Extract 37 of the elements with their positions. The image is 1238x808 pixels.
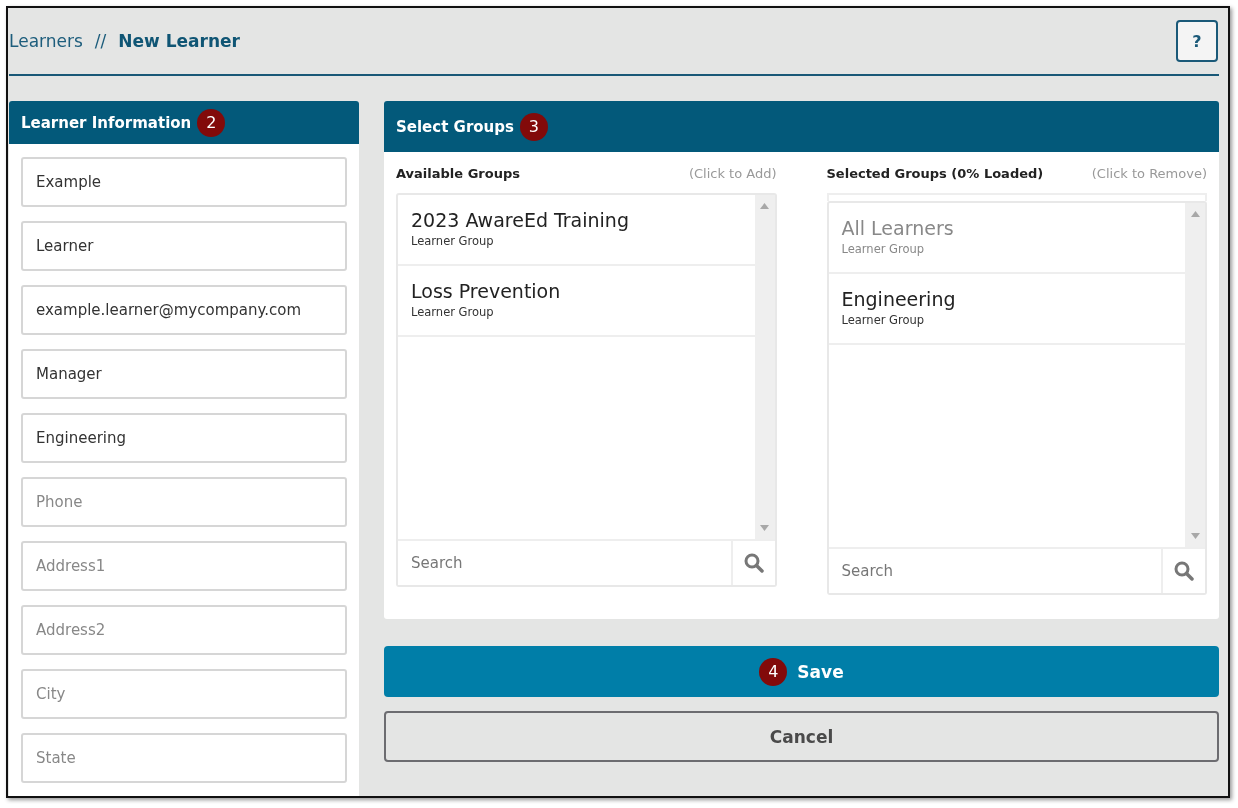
input-field[interactable]: Address1 (21, 541, 347, 591)
help-button[interactable]: ? (1176, 20, 1218, 62)
input-field[interactable]: City (21, 669, 347, 719)
input-field[interactable]: Phone (21, 477, 347, 527)
step-badge: 2 (197, 108, 226, 137)
step-badge: 4 (759, 657, 788, 686)
search-button[interactable] (1161, 549, 1205, 593)
list-hint: (Click to Add) (688, 166, 777, 181)
breadcrumb-separator: // (94, 31, 107, 51)
group-item[interactable]: Loss Prevention Learner Group (398, 266, 755, 337)
scroll-down-icon[interactable] (1190, 533, 1200, 539)
input-field[interactable]: Address2 (21, 605, 347, 655)
group-item[interactable]: 2023 AwareEd Training Learner Group (398, 195, 755, 266)
list-title: Available Groups (396, 166, 520, 181)
list-hint: (Click to Remove) (1091, 166, 1207, 181)
step-badge: 3 (519, 112, 548, 141)
scroll-up-icon[interactable] (1190, 211, 1200, 217)
panel-title: Learner Information (21, 113, 192, 132)
save-button[interactable]: 4 Save (384, 646, 1219, 697)
search-button[interactable] (730, 541, 775, 585)
scrollbar[interactable] (754, 195, 775, 539)
cancel-button[interactable]: Cancel (384, 711, 1219, 762)
search-icon (1174, 561, 1194, 581)
list-title: Selected Groups (0% Loaded) (826, 166, 1044, 181)
input-field[interactable]: State (21, 733, 347, 783)
input-field[interactable]: Manager (21, 349, 347, 399)
search-icon (743, 553, 764, 573)
scrollbar[interactable] (1185, 203, 1205, 547)
input-field[interactable]: Engineering (21, 413, 347, 463)
input-field[interactable]: example.learner@mycompany.com (21, 285, 347, 335)
breadcrumb-link[interactable]: Learners (9, 31, 83, 51)
input-field[interactable]: Learner (21, 221, 347, 271)
breadcrumb-current: New Learner (118, 31, 240, 51)
scroll-down-icon[interactable] (760, 525, 769, 531)
input-field[interactable]: Example (21, 157, 347, 207)
scroll-up-icon[interactable] (760, 203, 769, 209)
panel-title: Select Groups (396, 117, 514, 136)
